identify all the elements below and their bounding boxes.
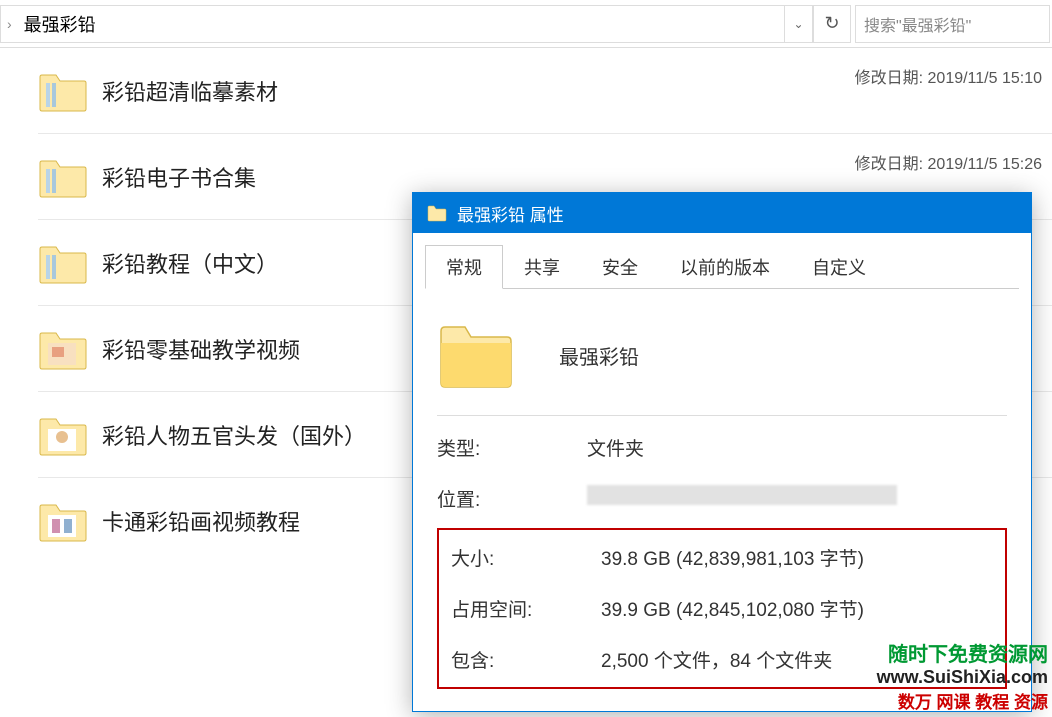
breadcrumb-container[interactable]: › 最强彩铅 ⌄: [0, 5, 813, 43]
breadcrumb-dropdown-icon[interactable]: ⌄: [784, 6, 812, 42]
folder-icon: [437, 319, 515, 391]
dialog-title: 最强彩铅 属性: [457, 201, 1017, 226]
folder-name: 彩铅电子书合集: [102, 161, 256, 193]
watermark: 随时下免费资源网 www.SuiShiXia.com 数万 网课 教程 资源: [877, 638, 1048, 713]
folder-icon: [38, 241, 88, 285]
address-bar: › 最强彩铅 ⌄ ↻ 搜索"最强彩铅": [0, 0, 1052, 48]
prop-type-row: 类型: 文件夹: [437, 434, 1007, 461]
tab-security[interactable]: 安全: [581, 245, 659, 289]
size-label: 大小:: [451, 544, 601, 571]
refresh-button[interactable]: ↻: [813, 5, 851, 43]
location-label: 位置:: [437, 485, 587, 512]
tab-sharing[interactable]: 共享: [503, 245, 581, 289]
folder-icon: [38, 327, 88, 371]
folder-name-input[interactable]: [555, 340, 915, 371]
tabs: 常规 共享 安全 以前的版本 自定义: [413, 233, 1031, 289]
folder-preview: [437, 309, 1007, 391]
folder-name: 彩铅人物五官头发（国外）: [102, 419, 366, 451]
type-label: 类型:: [437, 434, 587, 461]
location-value-blurred: [587, 485, 897, 505]
breadcrumb-current[interactable]: 最强彩铅: [18, 11, 784, 37]
folder-name: 彩铅超清临摹素材: [102, 75, 278, 107]
folder-name: 卡通彩铅画视频教程: [102, 505, 300, 537]
properties-dialog: 最强彩铅 属性 常规 共享 安全 以前的版本 自定义 类型: 文件夹 位置: 大…: [412, 192, 1032, 712]
disk-value: 39.9 GB (42,845,102,080 字节): [601, 595, 993, 622]
prop-size-row: 大小: 39.8 GB (42,839,981,103 字节): [451, 544, 993, 571]
search-input[interactable]: 搜索"最强彩铅": [855, 5, 1050, 43]
folder-name: 彩铅零基础教学视频: [102, 333, 300, 365]
prop-location-row: 位置:: [437, 485, 1007, 512]
chevron-right-icon: ›: [1, 16, 18, 32]
folder-item[interactable]: 彩铅超清临摹素材 修改日期: 2019/11/5 15:10: [38, 48, 1052, 134]
watermark-line2: www.SuiShiXia.com: [877, 667, 1048, 688]
tab-previous[interactable]: 以前的版本: [659, 245, 791, 289]
dialog-titlebar[interactable]: 最强彩铅 属性: [413, 193, 1031, 233]
type-value: 文件夹: [587, 434, 1007, 461]
folder-name: 彩铅教程（中文）: [102, 247, 278, 279]
search-placeholder: 搜索"最强彩铅": [864, 12, 971, 36]
folder-icon: [38, 155, 88, 199]
watermark-line1: 随时下免费资源网: [877, 638, 1048, 667]
folder-icon: [38, 413, 88, 457]
folder-icon: [427, 204, 447, 222]
divider: [437, 415, 1007, 416]
size-value: 39.8 GB (42,839,981,103 字节): [601, 544, 993, 571]
folder-date: 修改日期: 2019/11/5 15:26: [855, 150, 1042, 174]
folder-date: 修改日期: 2019/11/5 15:10: [855, 64, 1042, 88]
contains-label: 包含:: [451, 646, 601, 673]
folder-icon: [38, 499, 88, 543]
tab-customize[interactable]: 自定义: [791, 245, 887, 289]
folder-icon: [38, 69, 88, 113]
disk-label: 占用空间:: [451, 595, 601, 622]
prop-disk-row: 占用空间: 39.9 GB (42,845,102,080 字节): [451, 595, 993, 622]
tab-general[interactable]: 常规: [425, 245, 503, 289]
watermark-line3: 数万 网课 教程 资源: [877, 688, 1048, 713]
